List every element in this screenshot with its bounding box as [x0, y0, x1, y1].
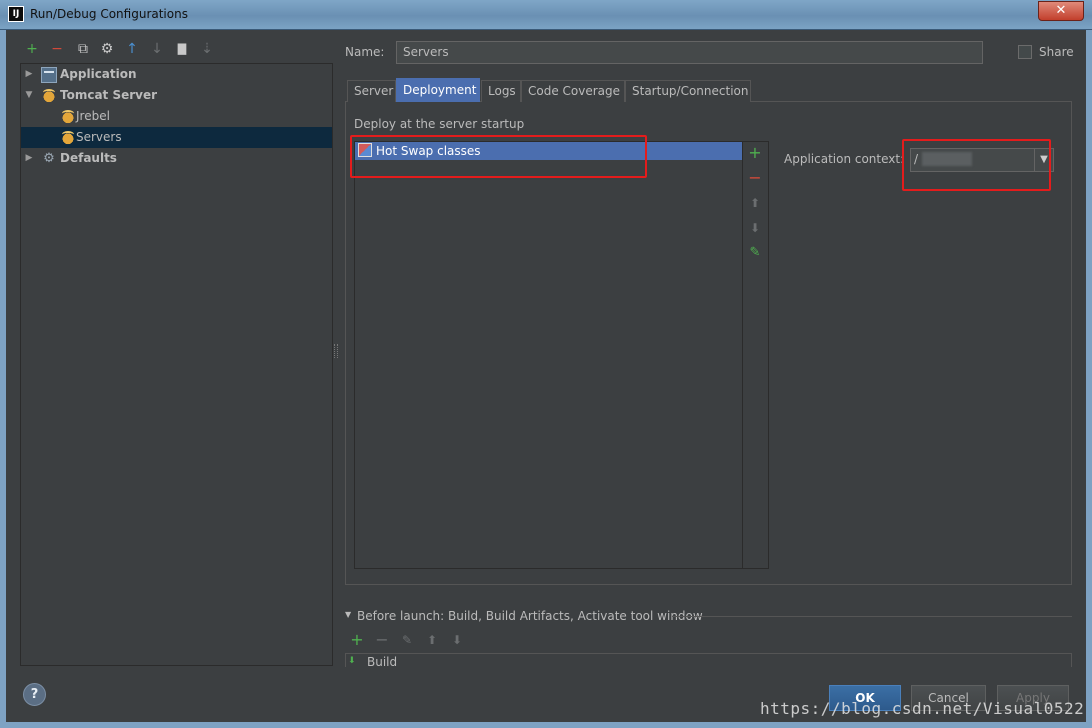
tab-deployment[interactable]: Deployment — [396, 78, 480, 102]
before-launch-collapse-icon[interactable]: ▼ — [345, 610, 351, 619]
tree-item-label: Tomcat Server — [60, 88, 158, 102]
tab-startup-connection[interactable]: Startup/Connection — [625, 80, 751, 102]
tomcat-icon — [60, 109, 76, 125]
share-label: Share — [1039, 45, 1074, 59]
tree-item-jrebel[interactable]: Jrebel — [21, 106, 332, 127]
add-configuration-icon[interactable]: + — [24, 41, 40, 57]
tree-item-defaults[interactable]: ▶ ⚙ Defaults — [21, 148, 332, 169]
tab-logs[interactable]: Logs — [481, 80, 521, 102]
annotation-highlight-list-item — [350, 135, 647, 178]
defaults-icon: ⚙ — [43, 151, 55, 166]
tomcat-icon — [41, 88, 57, 104]
before-launch-list — [345, 653, 1072, 667]
tree-item-label: Application — [60, 67, 137, 81]
application-icon — [41, 67, 57, 83]
intellij-app-icon: IJ — [8, 6, 24, 22]
remove-deployment-icon[interactable]: − — [747, 170, 763, 186]
build-icon: ⬇ — [348, 656, 356, 666]
edit-task-icon[interactable]: ✎ — [399, 632, 415, 648]
add-deployment-icon[interactable]: + — [747, 145, 763, 161]
remove-task-icon[interactable]: − — [374, 632, 390, 648]
deployment-list — [354, 141, 743, 569]
name-label: Name: — [345, 45, 385, 59]
tree-item-label: Defaults — [60, 151, 117, 165]
move-down-icon[interactable]: ↓ — [149, 41, 165, 57]
add-task-icon[interactable]: + — [349, 632, 365, 648]
move-task-up-icon[interactable]: ⬆ — [424, 632, 440, 648]
window-frame-right — [1086, 30, 1092, 728]
before-launch-divider — [672, 616, 1072, 617]
annotation-highlight-context — [902, 139, 1051, 191]
tomcat-icon — [60, 130, 76, 146]
move-task-down-icon[interactable]: ⬇ — [449, 632, 465, 648]
before-launch-item-build[interactable]: Build — [367, 655, 397, 667]
copy-configuration-icon[interactable]: ⧉ — [75, 41, 91, 57]
share-checkbox[interactable] — [1018, 45, 1032, 59]
name-field[interactable]: Servers — [396, 41, 983, 64]
move-up-icon[interactable]: ↑ — [124, 41, 140, 57]
window-frame-bottom — [0, 722, 1092, 728]
edit-deployment-icon[interactable]: ✎ — [747, 245, 763, 261]
tree-item-label: Jrebel — [76, 109, 110, 123]
sort-icon[interactable]: ⇣ — [199, 41, 215, 57]
window-frame-left — [0, 30, 6, 728]
expand-arrow-icon[interactable]: ▶ — [23, 64, 35, 85]
before-launch-label: Before launch: Build, Build Artifacts, A… — [357, 609, 703, 623]
help-button[interactable]: ? — [23, 683, 46, 706]
application-context-label: Application context: — [784, 152, 905, 166]
tree-item-application[interactable]: ▶ Application — [21, 64, 332, 85]
splitter-handle[interactable] — [334, 344, 338, 358]
watermark-text: https://blog.csdn.net/Visual0522 — [760, 699, 1085, 718]
move-deployment-up-icon[interactable]: ⬆ — [747, 195, 763, 211]
folder-icon[interactable]: ▇ — [174, 41, 190, 57]
window-close-button[interactable]: ✕ — [1038, 1, 1084, 21]
expand-arrow-icon[interactable]: ▶ — [23, 148, 35, 169]
tree-item-tomcat-server[interactable]: ▼ Tomcat Server — [21, 85, 332, 106]
window-title: Run/Debug Configurations — [30, 7, 188, 21]
edit-defaults-icon[interactable]: ⚙ — [99, 41, 115, 57]
tree-item-servers[interactable]: Servers — [21, 127, 332, 148]
move-deployment-down-icon[interactable]: ⬇ — [747, 220, 763, 236]
collapse-arrow-icon[interactable]: ▼ — [23, 85, 35, 106]
tab-server[interactable]: Server — [347, 80, 396, 102]
deploy-section-label: Deploy at the server startup — [354, 117, 525, 131]
tab-code-coverage[interactable]: Code Coverage — [521, 80, 625, 102]
tree-item-label: Servers — [76, 130, 122, 144]
remove-configuration-icon[interactable]: − — [49, 41, 65, 57]
